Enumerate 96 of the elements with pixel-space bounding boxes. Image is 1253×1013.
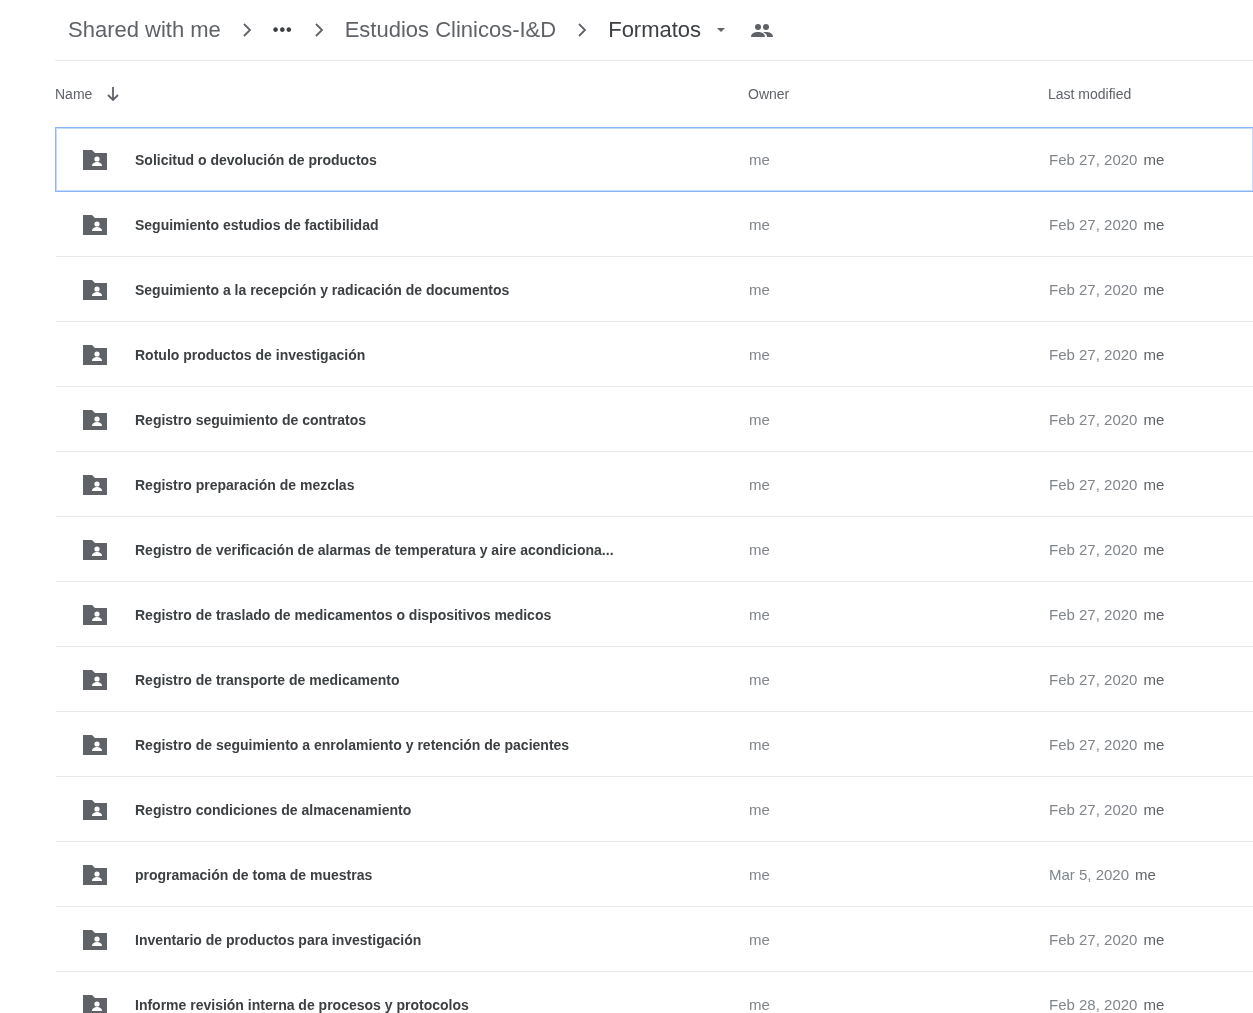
folder-name: Registro preparación de mezclas: [135, 476, 355, 493]
folder-name: Rotulo productos de investigación: [135, 346, 366, 363]
folder-row[interactable]: programación de toma de muestras me Mar 5, 2020 me: [55, 842, 1253, 907]
shared-folder-icon: [81, 668, 109, 691]
modified-by: me: [1143, 281, 1165, 298]
owner-column-header[interactable]: Owner: [748, 86, 790, 102]
current-folder-button[interactable]: Formatos: [605, 17, 705, 43]
folder-name: Registro de traslado de medicamentos o dispositivos medicos: [135, 606, 552, 623]
shared-folder-icon: [81, 278, 109, 301]
shared-folder-icon: [81, 473, 109, 496]
owner-text: me: [749, 345, 770, 363]
modified-by: me: [1143, 736, 1165, 753]
modified-date: Feb 28, 2020: [1049, 996, 1138, 1013]
folder-name: programación de toma de muestras: [135, 866, 373, 883]
owner-text: me: [749, 540, 770, 558]
modified-by: me: [1143, 671, 1165, 688]
modified-date: Feb 27, 2020: [1049, 736, 1138, 753]
chevron-right-icon: [241, 23, 252, 37]
name-column-header[interactable]: Name: [55, 86, 93, 102]
owner-text: me: [749, 150, 770, 168]
modified-by: me: [1143, 541, 1165, 558]
modified-by: me: [1143, 996, 1165, 1013]
folder-name: Registro de seguimiento a enrolamiento y retención de pacientes: [135, 736, 570, 753]
shared-folder-icon: [81, 213, 109, 236]
folder-name: Seguimiento a la recepción y radicación de documentos: [135, 281, 510, 298]
shared-folder-icon: [81, 733, 109, 756]
folder-row[interactable]: Registro de seguimiento a enrolamiento y retención de pacientes me Feb 27, 2020 me: [55, 712, 1253, 777]
modified-by: me: [1143, 151, 1165, 168]
modified-date: Feb 27, 2020: [1049, 606, 1138, 623]
folder-name: Registro condiciones de almacenamiento: [135, 801, 412, 818]
breadcrumb-link[interactable]: Estudios Clinicos-I&D: [341, 17, 560, 43]
owner-text: me: [749, 995, 770, 1013]
folder-name: Registro de verificación de alarmas de temperatura y aire acondiciona...: [135, 541, 614, 558]
folder-name: Informe revisión interna de procesos y protocolos: [135, 996, 469, 1013]
folder-name: Registro de transporte de medicamento: [135, 671, 400, 688]
owner-text: me: [749, 670, 770, 688]
modified-date: Feb 27, 2020: [1049, 801, 1138, 818]
folder-row[interactable]: Registro preparación de mezclas me Feb 27, 2020 me: [55, 452, 1253, 517]
folder-name: Seguimiento estudios de factibilidad: [135, 216, 379, 233]
shared-folder-icon: [81, 798, 109, 821]
modified-date: Feb 27, 2020: [1049, 151, 1138, 168]
modified-date: Feb 27, 2020: [1049, 476, 1138, 493]
folder-name: Solicitud o devolución de productos: [135, 151, 377, 168]
modified-date: Feb 27, 2020: [1049, 216, 1138, 233]
modified-date: Mar 5, 2020: [1049, 866, 1130, 883]
modified-by: me: [1143, 216, 1165, 233]
chevron-right-icon: [577, 23, 588, 37]
owner-text: me: [749, 280, 770, 298]
folder-row[interactable]: Registro condiciones de almacenamiento me Feb 27, 2020 me: [55, 777, 1253, 842]
modified-date: Feb 27, 2020: [1049, 671, 1138, 688]
chevron-right-icon: [313, 23, 324, 37]
folder-row[interactable]: Registro de transporte de medicamento me Feb 27, 2020 me: [55, 647, 1253, 712]
modified-by: me: [1143, 801, 1165, 818]
folder-row[interactable]: Registro de verificación de alarmas de temperatura y aire acondiciona... me Feb 27, 2020 me: [55, 517, 1253, 582]
modified-date: Feb 27, 2020: [1049, 281, 1138, 298]
modified-date: Feb 27, 2020: [1049, 346, 1138, 363]
shared-folder-icon: [81, 408, 109, 431]
modified-by: me: [1143, 606, 1165, 623]
owner-text: me: [749, 735, 770, 753]
owner-text: me: [749, 475, 770, 493]
folder-name: Registro seguimiento de contratos: [135, 411, 367, 428]
shared-folder-icon: [81, 343, 109, 366]
folder-row[interactable]: Seguimiento a la recepción y radicación de documentos me Feb 27, 2020 me: [55, 257, 1253, 322]
modified-by: me: [1143, 476, 1165, 493]
more-button[interactable]: •••: [269, 21, 296, 39]
folder-row[interactable]: Registro de traslado de medicamentos o dispositivos medicos me Feb 27, 2020 me: [55, 582, 1253, 647]
modified-by: me: [1143, 346, 1165, 363]
modified-date: Feb 27, 2020: [1049, 541, 1138, 558]
modified-date: Feb 27, 2020: [1049, 931, 1138, 948]
folder-row[interactable]: Registro seguimiento de contratos me Feb 27, 2020 me: [55, 387, 1253, 452]
people-icon: [750, 22, 775, 38]
folder-row[interactable]: Inventario de productos para investigación me Feb 27, 2020 me: [55, 907, 1253, 972]
modified-by: me: [1143, 411, 1165, 428]
owner-text: me: [749, 865, 770, 883]
dropdown-caret-icon[interactable]: [716, 27, 727, 33]
breadcrumb-link[interactable]: Shared with me: [65, 17, 224, 43]
folder-row[interactable]: Informe revisión interna de procesos y protocolos me Feb 28, 2020 me: [55, 972, 1253, 1013]
folder-row[interactable]: Rotulo productos de investigación me Feb 27, 2020 me: [55, 322, 1253, 387]
shared-folder-icon: [81, 863, 109, 886]
owner-text: me: [749, 800, 770, 818]
modified-by: me: [1135, 866, 1156, 883]
owner-text: me: [749, 930, 770, 948]
shared-folder-icon: [81, 538, 109, 561]
folder-row[interactable]: Solicitud o devolución de productos me Feb 27, 2020 me: [55, 127, 1253, 192]
sort-down-icon[interactable]: [106, 86, 121, 102]
folder-name: Inventario de productos para investigación: [135, 931, 422, 948]
owner-text: me: [749, 215, 770, 233]
owner-text: me: [749, 605, 770, 623]
folder-row[interactable]: Seguimiento estudios de factibilidad me Feb 27, 2020 me: [55, 192, 1253, 257]
modified-date: Feb 27, 2020: [1049, 411, 1138, 428]
modified-by: me: [1143, 931, 1165, 948]
shared-folder-icon: [81, 148, 109, 171]
owner-text: me: [749, 410, 770, 428]
shared-folder-icon: [81, 928, 109, 951]
last-modified-column-header[interactable]: Last modified: [1048, 86, 1132, 102]
shared-folder-icon: [81, 603, 109, 626]
